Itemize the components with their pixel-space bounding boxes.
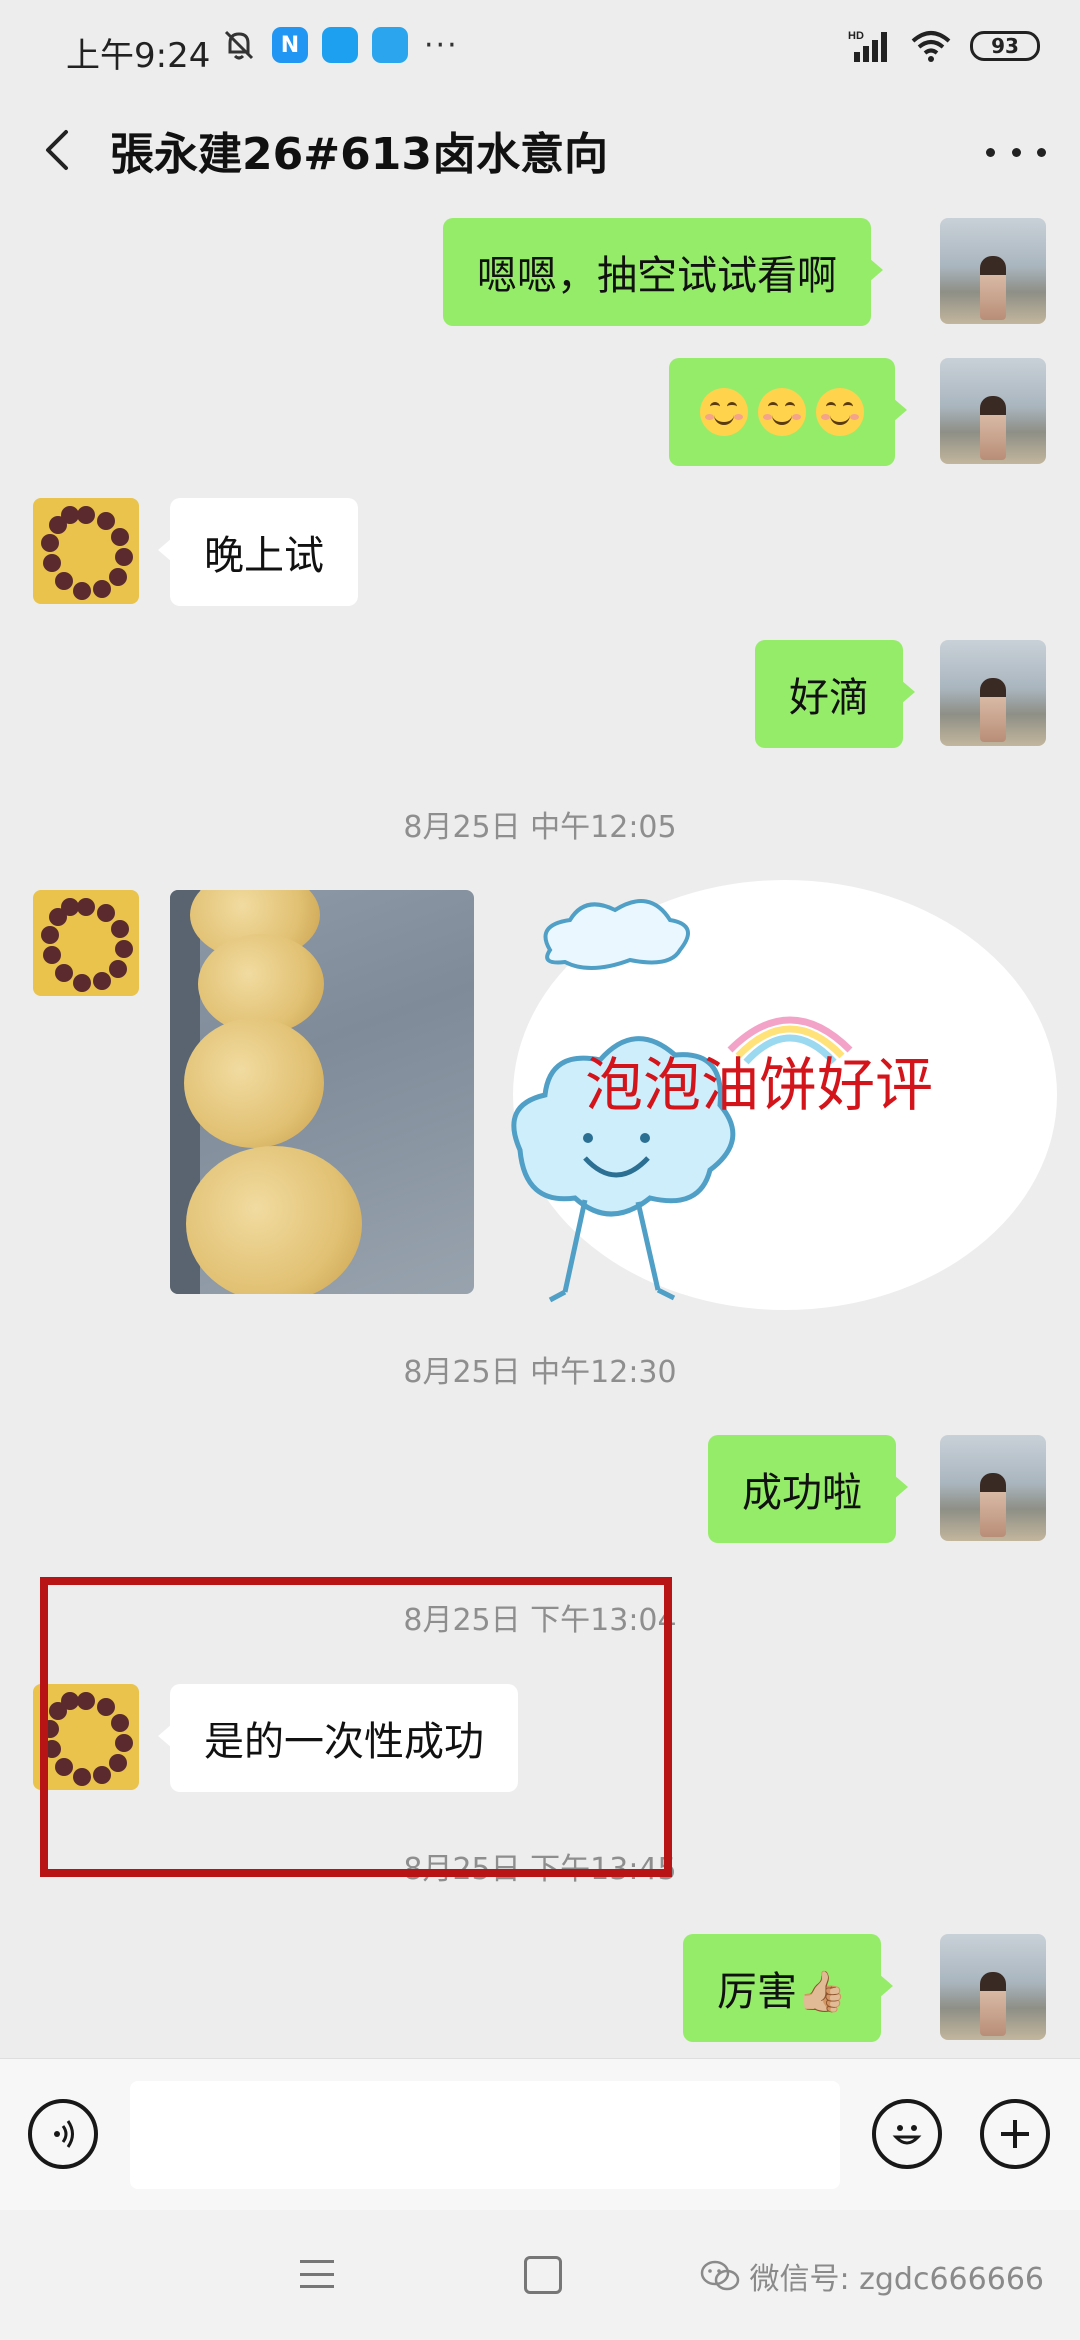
system-nav-bar: 微信号: zgdc666666 — [0, 2210, 1080, 2340]
wifi-icon — [911, 31, 951, 62]
food-photo-message[interactable] — [170, 890, 474, 1294]
message-text: 厉害👍🏼 — [717, 1969, 847, 2015]
app-badge-blue-icon-2 — [372, 27, 408, 63]
status-right-icons: HD 93 — [848, 28, 1040, 64]
chat-input-bar — [0, 2058, 1080, 2211]
my-avatar[interactable] — [940, 640, 1046, 746]
my-avatar[interactable] — [940, 358, 1046, 464]
message-text: 晚上试 — [204, 533, 324, 579]
recent-apps-icon[interactable] — [300, 2260, 334, 2288]
status-time: 上午9:24 — [66, 36, 211, 76]
smile-emoji-icon — [700, 388, 748, 436]
message-text: 好滴 — [789, 675, 869, 721]
message-bubble-sent[interactable]: 成功啦 — [708, 1435, 908, 1543]
message-timestamp: 8月25日 中午12:05 — [403, 810, 677, 845]
sticker-message[interactable]: 泡泡油饼好评 — [490, 880, 1060, 1340]
my-avatar[interactable] — [940, 1435, 1046, 1541]
status-bar: 上午9:24 N ··· HD 93 — [0, 0, 1080, 100]
app-badge-n-icon: N — [272, 27, 308, 63]
voice-icon[interactable] — [28, 2099, 98, 2169]
smile-emoji-icon — [816, 388, 864, 436]
smile-emoji-icon — [758, 388, 806, 436]
signal-icon: HD — [848, 30, 887, 62]
message-bubble-sent[interactable]: 嗯嗯，抽空试试看啊 — [443, 218, 883, 326]
message-text: 成功啦 — [742, 1470, 862, 1516]
app-badge-blue-icon — [322, 27, 358, 63]
contact-avatar[interactable] — [33, 498, 139, 604]
chat-title: 張永建26#613卤水意向 — [110, 129, 608, 180]
message-timestamp: 8月25日 中午12:30 — [403, 1355, 677, 1390]
message-input[interactable] — [130, 2081, 840, 2189]
more-options-icon[interactable] — [986, 122, 1046, 182]
message-bubble-sent-emoji[interactable] — [669, 358, 907, 466]
watermark: 微信号: zgdc666666 — [700, 2254, 1045, 2298]
network-type-text: HD — [848, 30, 864, 42]
message-bubble-sent[interactable]: 好滴 — [755, 640, 915, 748]
status-overflow: ··· — [424, 27, 459, 63]
emoji-icon[interactable] — [872, 2099, 942, 2169]
message-bubble-sent[interactable]: 厉害👍🏼 — [683, 1934, 893, 2042]
status-notification-icons: N ··· — [220, 26, 459, 64]
contact-avatar[interactable] — [33, 890, 139, 996]
my-avatar[interactable] — [940, 1934, 1046, 2040]
plus-icon[interactable] — [980, 2099, 1050, 2169]
chat-header: 張永建26#613卤水意向 — [0, 100, 1080, 208]
home-icon[interactable] — [524, 2256, 562, 2294]
battery-indicator: 93 — [970, 31, 1040, 61]
wechat-logo-icon — [700, 2260, 739, 2291]
watermark-text: 微信号: zgdc666666 — [749, 2262, 1045, 2297]
message-bubble-received[interactable]: 晚上试 — [158, 498, 358, 606]
my-avatar[interactable] — [940, 218, 1046, 324]
sticker-text: 泡泡油饼好评 — [585, 1051, 933, 1119]
highlight-box — [40, 1577, 672, 1877]
mute-bell-icon — [224, 30, 254, 60]
back-arrow-icon[interactable] — [30, 120, 90, 180]
message-text: 嗯嗯，抽空试试看啊 — [477, 253, 837, 299]
